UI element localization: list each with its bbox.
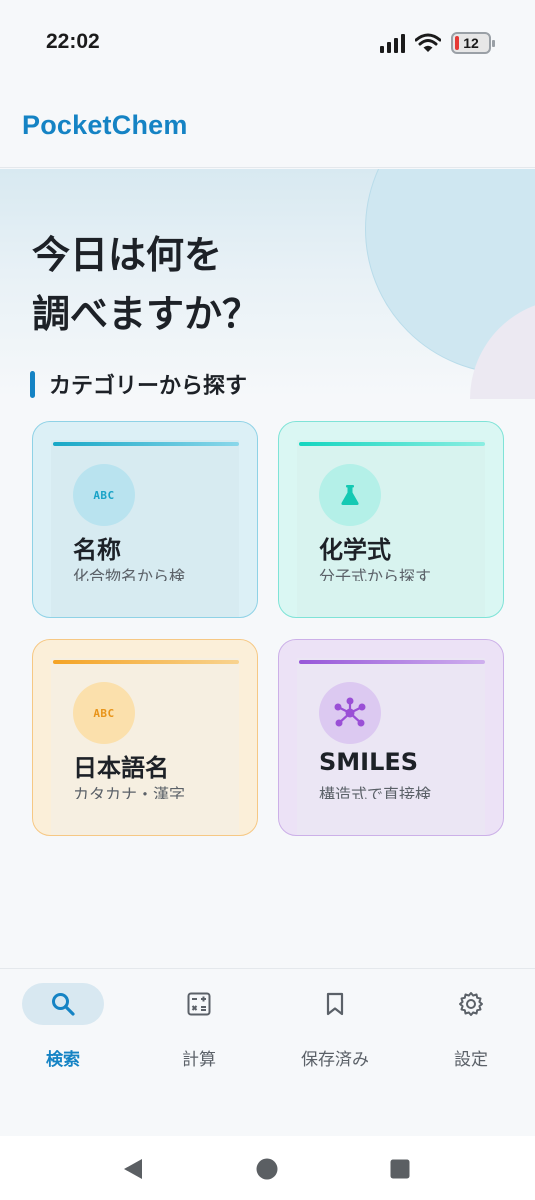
abc-icon: ABC: [73, 682, 135, 744]
bottom-navigation: 検索 計算 保存済み 設定: [0, 968, 535, 1136]
category-card-formula[interactable]: 化学式 分子式から探す: [278, 421, 504, 618]
hero-title-line1: 今日は何を: [32, 233, 223, 277]
molecule-icon: [319, 682, 381, 744]
card-accent-line: [53, 442, 239, 446]
category-subtitle: カタカナ・漢字: [73, 785, 186, 799]
status-icons: 12: [380, 30, 495, 56]
category-title: SMILES: [319, 748, 419, 776]
home-icon[interactable]: [256, 1158, 278, 1180]
hero-title: 今日は何を 調べますか？: [32, 226, 260, 344]
card-accent-line: [299, 442, 485, 446]
recents-icon[interactable]: [390, 1159, 410, 1179]
category-card-name[interactable]: ABC 名称 化合物名から検: [32, 421, 258, 618]
app-header: PocketChem: [0, 88, 535, 168]
gear-icon: [459, 992, 483, 1016]
calculator-icon: [187, 992, 211, 1016]
battery-icon: 12: [451, 32, 495, 54]
nav-item-search[interactable]: 検索: [3, 983, 123, 1073]
nav-label: 設定: [454, 1050, 488, 1070]
abc-icon: ABC: [73, 464, 135, 526]
nav-label: 計算: [182, 1050, 216, 1070]
category-subtitle: 分子式から探す: [319, 567, 432, 581]
section-heading-label: カテゴリーから探す: [49, 374, 248, 399]
category-card-smiles[interactable]: SMILES 構造式で直接検: [278, 639, 504, 836]
category-title: 日本語名: [73, 754, 169, 782]
wifi-icon: [415, 33, 441, 52]
signal-icon: [380, 33, 405, 53]
category-title: 名称: [73, 536, 121, 564]
battery-level: 12: [463, 35, 479, 51]
section-heading: カテゴリーから探す: [30, 368, 247, 400]
category-subtitle: 構造式で直接検: [319, 785, 432, 799]
category-subtitle: 化合物名から検: [73, 567, 186, 581]
status-time: 22:02: [46, 30, 100, 53]
card-accent-line: [299, 660, 485, 664]
nav-item-settings[interactable]: 設定: [411, 983, 531, 1073]
hero-banner: 今日は何を 調べますか？: [0, 169, 535, 399]
app-title: PocketChem: [22, 110, 188, 140]
nav-label: 保存済み: [301, 1050, 369, 1070]
nav-item-saved[interactable]: 保存済み: [275, 983, 395, 1073]
back-icon[interactable]: [122, 1158, 144, 1180]
flask-icon: [319, 464, 381, 526]
nav-label: 検索: [46, 1050, 80, 1070]
category-title: 化学式: [319, 536, 391, 564]
search-icon: [52, 993, 75, 1016]
section-accent-bar: [30, 370, 35, 398]
category-card-japanese-name[interactable]: ABC 日本語名 カタカナ・漢字: [32, 639, 258, 836]
system-navigation-bar: [0, 1136, 535, 1200]
nav-item-calculate[interactable]: 計算: [139, 983, 259, 1073]
bookmark-icon: [326, 992, 344, 1016]
card-accent-line: [53, 660, 239, 664]
hero-title-line2: 調べますか？: [32, 292, 261, 336]
status-bar: 22:02 12: [0, 0, 535, 88]
